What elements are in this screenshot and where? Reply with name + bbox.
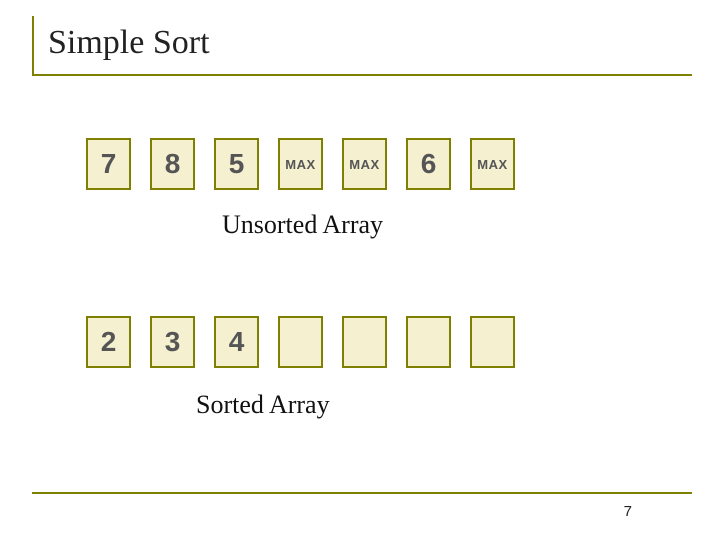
footer-rule — [32, 492, 692, 494]
cell-value: 4 — [229, 326, 245, 358]
cell-value: 3 — [165, 326, 181, 358]
sorted-cell-empty — [470, 316, 515, 368]
cell-value: 5 — [229, 148, 245, 180]
sorted-cell-empty — [342, 316, 387, 368]
sorted-cell: 2 — [86, 316, 131, 368]
cell-value: 8 — [165, 148, 181, 180]
unsorted-cell: 7 — [86, 138, 131, 190]
title-underline — [32, 74, 692, 76]
cell-max-label: MAX — [285, 157, 315, 172]
sorted-array-row: 2 3 4 — [86, 316, 515, 368]
slide-title: Simple Sort — [48, 24, 210, 62]
cell-max-label: MAX — [477, 157, 507, 172]
sorted-cell-empty — [406, 316, 451, 368]
cell-value: 7 — [101, 148, 117, 180]
sorted-cell: 4 — [214, 316, 259, 368]
unsorted-cell: 8 — [150, 138, 195, 190]
unsorted-cell: MAX — [470, 138, 515, 190]
title-vertical-rule — [32, 16, 34, 76]
cell-max-label: MAX — [349, 157, 379, 172]
unsorted-caption: Unsorted Array — [222, 210, 383, 240]
sorted-cell-empty — [278, 316, 323, 368]
cell-value: 2 — [101, 326, 117, 358]
page-number: 7 — [624, 503, 632, 520]
unsorted-cell: MAX — [278, 138, 323, 190]
slide: Simple Sort 7 8 5 MAX MAX 6 MAX Unsorted… — [0, 0, 720, 540]
unsorted-array-row: 7 8 5 MAX MAX 6 MAX — [86, 138, 515, 190]
unsorted-cell: MAX — [342, 138, 387, 190]
sorted-caption: Sorted Array — [196, 390, 330, 420]
sorted-cell: 3 — [150, 316, 195, 368]
unsorted-cell: 6 — [406, 138, 451, 190]
unsorted-cell: 5 — [214, 138, 259, 190]
cell-value: 6 — [421, 148, 437, 180]
